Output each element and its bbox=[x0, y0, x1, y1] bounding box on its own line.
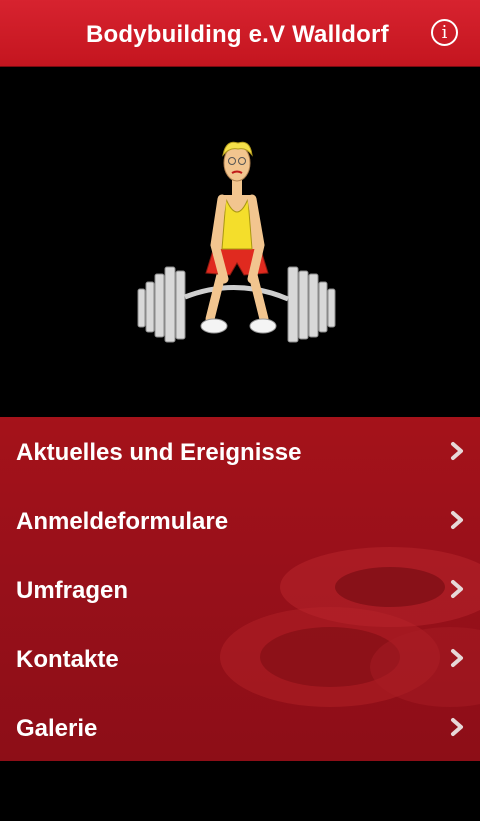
menu-item-label: Aktuelles und Ereignisse bbox=[16, 439, 302, 466]
menu-item-label: Anmeldeformulare bbox=[16, 508, 229, 535]
info-button[interactable]: i bbox=[431, 19, 458, 46]
chevron-right-icon bbox=[451, 511, 463, 529]
menu-item-umfragen[interactable]: Umfragen bbox=[0, 555, 480, 623]
chevron-right-icon bbox=[451, 580, 463, 598]
menu-item-kontakte[interactable]: Kontakte bbox=[0, 624, 480, 692]
main-menu: Aktuelles und Ereignisse Anmeldeformular… bbox=[0, 417, 480, 761]
chevron-right-icon bbox=[451, 718, 463, 736]
bottom-area bbox=[0, 761, 480, 821]
app-header: Bodybuilding e.V Walldorf i bbox=[0, 0, 480, 67]
menu-item-label: Kontakte bbox=[16, 646, 119, 673]
menu-item-aktuelles[interactable]: Aktuelles und Ereignisse bbox=[0, 417, 480, 485]
menu-item-galerie[interactable]: Galerie bbox=[0, 693, 480, 761]
chevron-right-icon bbox=[451, 649, 463, 667]
menu-item-anmeldeformulare[interactable]: Anmeldeformulare bbox=[0, 486, 480, 554]
app-title: Bodybuilding e.V Walldorf bbox=[86, 21, 389, 48]
chevron-right-icon bbox=[451, 442, 463, 460]
menu-item-label: Umfragen bbox=[16, 577, 129, 604]
weightlifter-illustration bbox=[137, 141, 336, 343]
info-icon: i bbox=[441, 22, 448, 43]
hero-image bbox=[0, 67, 480, 417]
menu-item-label: Galerie bbox=[16, 715, 98, 742]
